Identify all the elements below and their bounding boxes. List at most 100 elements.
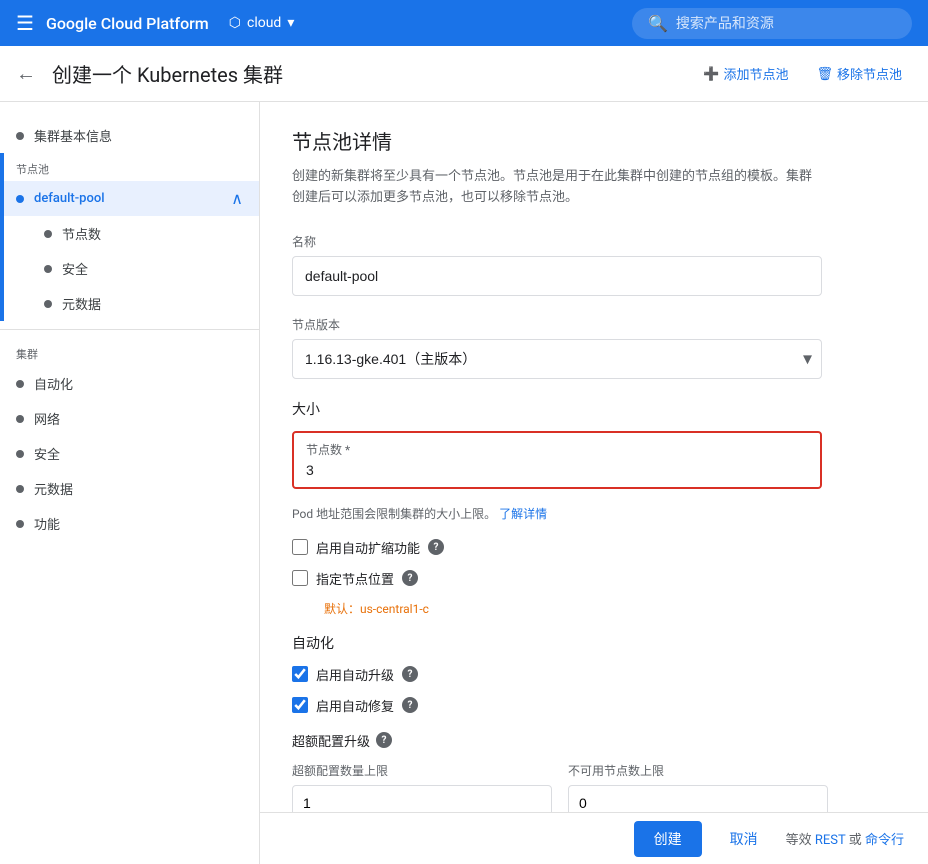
node-count-group: 节点数 *: [292, 431, 822, 489]
remove-pool-label: 移除节点池: [837, 64, 902, 83]
delete-icon: 🗑: [816, 66, 833, 82]
footer-links: 等效 REST 或 命令行: [786, 829, 904, 848]
automation-section: 自动化 启用自动升级 ? 启用自动修复 ?: [292, 633, 896, 715]
cancel-button[interactable]: 取消: [714, 821, 774, 857]
auto-repair-row: 启用自动修复 ?: [292, 696, 896, 715]
sub-dot-icon: [44, 265, 52, 273]
security-pool-label: 安全: [62, 259, 88, 278]
dot-icon: [16, 380, 24, 388]
learn-more-link[interactable]: 了解详情: [499, 507, 547, 521]
sub-header: ← 创建一个 Kubernetes 集群 ➕ 添加节点池 🗑 移除节点池: [0, 46, 928, 102]
dot-icon: [16, 450, 24, 458]
auto-repair-label: 启用自动修复: [316, 696, 394, 715]
sidebar: 集群基本信息 节点池 default-pool ∧ 节点数 安全: [0, 102, 260, 864]
unavailable-nodes-label: 不可用节点数上限: [568, 762, 828, 779]
add-pool-button[interactable]: ➕ 添加节点池: [693, 58, 798, 89]
app-title: Google Cloud Platform: [46, 14, 209, 33]
default-location-text: 默认：us-central1-c: [324, 600, 896, 617]
dot-icon: [16, 132, 24, 140]
default-pool-label: default-pool: [34, 191, 105, 206]
top-nav: ☰ Google Cloud Platform ⬡ cloud ▾ 🔍: [0, 0, 928, 46]
auto-upgrade-help-icon[interactable]: ?: [402, 666, 418, 682]
specify-location-row: 指定节点位置 ?: [292, 569, 896, 588]
sidebar-item-node-count[interactable]: 节点数: [20, 216, 259, 251]
chevron-up-icon: ∧: [231, 189, 243, 208]
size-label: 大小: [292, 399, 896, 419]
version-label: 节点版本: [292, 316, 896, 333]
overprovisioning-section: 超额配置升级 ? 超额配置数量上限 不可用节点数上限: [292, 731, 896, 821]
cmd-link[interactable]: 命令行: [865, 833, 904, 848]
back-button[interactable]: ←: [16, 61, 36, 86]
sidebar-item-network[interactable]: 网络: [0, 401, 259, 436]
footer: 创建 取消 等效 REST 或 命令行: [260, 812, 928, 864]
version-field-group: 节点版本 1.16.13-gke.401（主版本） ▾: [292, 316, 896, 379]
sidebar-section-pool: 节点池: [0, 153, 259, 181]
dot-icon: [16, 485, 24, 493]
page-title: 创建一个 Kubernetes 集群: [52, 59, 677, 88]
node-count-label: 节点数: [62, 224, 101, 243]
sidebar-item-security-pool[interactable]: 安全: [20, 251, 259, 286]
sidebar-item-metadata-pool[interactable]: 元数据: [20, 286, 259, 321]
max-overprovisioning-label: 超额配置数量上限: [292, 762, 552, 779]
security-cluster-label: 安全: [34, 444, 60, 463]
project-selector[interactable]: ⬡ cloud ▾: [229, 15, 295, 31]
node-count-input[interactable]: [306, 462, 808, 478]
remove-pool-button[interactable]: 🗑 移除节点池: [806, 58, 912, 89]
pool-sub-items: 节点数 安全 元数据: [0, 216, 259, 321]
automation-label: 自动化: [34, 374, 73, 393]
section-description: 创建的新集群将至少具有一个节点池。节点池是用于在此集群中创建的节点组的模板。集群…: [292, 167, 812, 209]
size-section: 大小 节点数 *: [292, 399, 896, 489]
project-icon: ⬡: [229, 15, 241, 31]
network-label: 网络: [34, 409, 60, 428]
sidebar-item-security-cluster[interactable]: 安全: [0, 436, 259, 471]
auto-repair-checkbox[interactable]: [292, 697, 308, 713]
metadata-cluster-label: 元数据: [34, 479, 73, 498]
sidebar-item-metadata-cluster[interactable]: 元数据: [0, 471, 259, 506]
add-pool-label: 添加节点池: [723, 64, 788, 83]
sidebar-divider: [0, 329, 259, 330]
sidebar-item-cluster-basic[interactable]: 集群基本信息: [0, 118, 259, 153]
metadata-pool-label: 元数据: [62, 294, 101, 313]
specify-location-label: 指定节点位置: [316, 569, 394, 588]
sub-dot-icon: [44, 230, 52, 238]
version-select-wrapper: 1.16.13-gke.401（主版本） ▾: [292, 339, 822, 379]
dot-icon: [16, 520, 24, 528]
add-icon: ➕: [703, 66, 719, 82]
name-input[interactable]: [292, 256, 822, 296]
info-text: Pod 地址范围会限制集群的大小上限。 了解详情: [292, 505, 896, 522]
name-field-group: 名称: [292, 233, 896, 296]
main-content: 节点池详情 创建的新集群将至少具有一个节点池。节点池是用于在此集群中创建的节点组…: [260, 102, 928, 864]
project-chevron-icon: ▾: [287, 15, 294, 31]
autoscaling-checkbox[interactable]: [292, 539, 308, 555]
autoscaling-help-icon[interactable]: ?: [428, 539, 444, 555]
header-actions: ➕ 添加节点池 🗑 移除节点池: [693, 58, 912, 89]
overprovisioning-help-icon[interactable]: ?: [376, 732, 392, 748]
dot-icon: [16, 415, 24, 423]
create-button[interactable]: 创建: [634, 821, 702, 857]
auto-upgrade-row: 启用自动升级 ?: [292, 665, 896, 684]
location-help-icon[interactable]: ?: [402, 570, 418, 586]
search-icon: 🔍: [648, 14, 668, 33]
sub-dot-icon: [44, 300, 52, 308]
node-count-field-label: 节点数 *: [306, 441, 808, 458]
auto-upgrade-checkbox[interactable]: [292, 666, 308, 682]
pool-dot-icon: [16, 195, 24, 203]
specify-location-checkbox[interactable]: [292, 570, 308, 586]
version-select[interactable]: 1.16.13-gke.401（主版本）: [292, 339, 822, 379]
main-layout: 集群基本信息 节点池 default-pool ∧ 节点数 安全: [0, 102, 928, 864]
sidebar-item-automation[interactable]: 自动化: [0, 366, 259, 401]
sidebar-label-cluster-basic: 集群基本信息: [34, 126, 112, 145]
autoscaling-row: 启用自动扩缩功能 ?: [292, 538, 896, 557]
name-label: 名称: [292, 233, 896, 250]
auto-upgrade-label: 启用自动升级: [316, 665, 394, 684]
menu-icon[interactable]: ☰: [16, 11, 34, 35]
sidebar-section-cluster: 集群: [0, 338, 259, 366]
sidebar-item-default-pool[interactable]: default-pool ∧: [0, 181, 259, 216]
sidebar-item-features[interactable]: 功能: [0, 506, 259, 541]
search-input[interactable]: [676, 15, 896, 31]
auto-repair-help-icon[interactable]: ?: [402, 697, 418, 713]
automation-title: 自动化: [292, 633, 896, 653]
search-bar[interactable]: 🔍: [632, 8, 912, 39]
rest-link[interactable]: REST: [815, 833, 846, 848]
project-name: cloud: [247, 15, 281, 31]
